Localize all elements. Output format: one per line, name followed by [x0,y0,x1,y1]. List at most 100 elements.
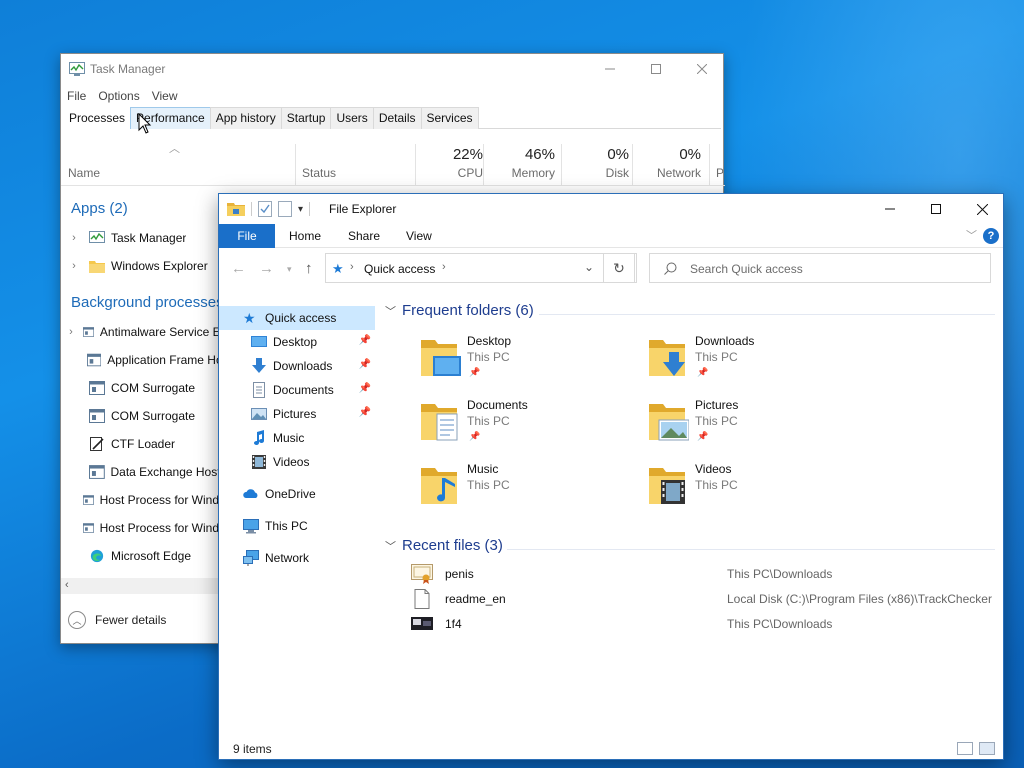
process-row[interactable]: › Windows Explorer [61,252,219,280]
fewer-details-button[interactable]: ︿ Fewer details [61,600,219,644]
menu-options[interactable]: Options [92,86,145,106]
details-view-icon[interactable] [957,742,973,755]
tab-app-history[interactable]: App history [209,107,282,129]
column-name[interactable]: Name [68,166,100,180]
process-name: Host Process for Windows Tasks [99,493,220,507]
nav-item-downloads[interactable]: Downloads 📌 [219,354,375,378]
recent-file-row[interactable]: readme_en Local Disk (C:)\Program Files … [411,587,1001,611]
nav-item-this-pc[interactable]: This PC [219,514,375,538]
maximize-button[interactable] [913,194,959,224]
folder-tile-videos[interactable]: Videos This PC [649,462,869,518]
customize-toolbar-icon[interactable]: ▾ [298,204,303,215]
process-row[interactable]: COM Surrogate [61,402,219,430]
app-window-icon [89,381,105,395]
process-row[interactable]: › Task Manager [61,224,219,252]
maximize-button[interactable] [633,54,679,84]
help-icon[interactable]: ? [983,228,999,244]
new-folder-icon[interactable] [278,201,292,217]
task-manager-titlebar[interactable]: Task Manager [61,54,723,84]
nav-item-desktop[interactable]: Desktop 📌 [219,330,375,354]
column-memory[interactable]: 46% Memory [491,146,555,180]
frequent-folders-header[interactable]: ﹀ Frequent folders (6) [385,302,534,319]
group-title: Recent files (3) [402,537,503,554]
folder-tile-documents[interactable]: Documents This PC 📌 [421,398,641,454]
nav-item-pictures[interactable]: Pictures 📌 [219,402,375,426]
process-row[interactable]: Application Frame Host [61,346,219,374]
column-network[interactable]: 0% Network [637,146,701,180]
recent-file-row[interactable]: 1f4 This PC\Downloads [411,612,1001,636]
tab-users[interactable]: Users [330,107,374,129]
breadcrumb-separator-icon[interactable]: › [350,261,354,273]
expand-chevron-icon[interactable]: › [64,232,84,244]
minimize-button[interactable] [867,194,913,224]
recent-files-header[interactable]: ﹀ Recent files (3) [385,537,503,554]
folder-tile-downloads[interactable]: Downloads This PC 📌 [649,334,869,390]
horizontal-scrollbar[interactable]: ‹ [61,578,219,594]
pin-icon[interactable]: 📌 [359,383,371,394]
properties-icon[interactable] [258,201,272,217]
file-name: 1f4 [445,617,462,631]
up-arrow-icon[interactable]: ↑ [305,260,313,277]
nav-item-documents[interactable]: Documents 📌 [219,378,375,402]
nav-item-music[interactable]: Music [219,426,375,450]
process-row[interactable]: Host Process for Windows Tasks [61,514,219,542]
menu-view[interactable]: View [146,86,184,106]
nav-item-network[interactable]: Network [219,546,375,570]
tab-processes[interactable]: Processes [63,107,132,130]
search-box[interactable]: Search Quick access [649,253,991,283]
close-button[interactable] [959,194,1005,224]
expand-chevron-icon[interactable]: › [64,260,84,272]
tiles-view-icon[interactable] [979,742,995,755]
column-cpu[interactable]: 22% CPU [423,146,483,180]
breadcrumb-chevron-icon[interactable]: › [442,261,446,273]
expand-chevron-icon[interactable]: › [64,326,78,338]
ribbon-tab-home[interactable]: Home [289,224,321,248]
expand-ribbon-icon[interactable]: ﹀ [966,227,977,243]
folder-location: This PC [695,414,738,428]
column-status[interactable]: Status [302,166,336,180]
pin-icon: 📌 [697,431,709,441]
scroll-left-icon[interactable]: ‹ [65,579,69,591]
address-bar[interactable]: ★ › Quick access › ⌄ [325,253,637,283]
nav-item-onedrive[interactable]: OneDrive [219,482,375,506]
process-name: COM Surrogate [111,381,196,395]
process-row[interactable]: Data Exchange Host [61,458,219,486]
folder-tile-pictures[interactable]: Pictures This PC 📌 [649,398,869,454]
pin-icon[interactable]: 📌 [359,359,371,370]
ribbon-tab-file[interactable]: File [219,224,275,248]
folder-location: This PC [467,414,510,428]
pin-icon[interactable]: 📌 [359,407,371,418]
column-power-partial[interactable]: P [716,166,724,180]
address-dropdown-icon[interactable]: ⌄ [584,260,594,274]
close-button[interactable] [679,54,725,84]
process-row[interactable]: Microsoft Edge [61,542,219,570]
tab-details[interactable]: Details [372,107,422,129]
file-explorer-titlebar[interactable]: ▾ File Explorer [219,194,1003,224]
process-row[interactable]: Host Process for Windows Tasks [61,486,219,514]
collapse-chevron-icon[interactable]: ﹀ [385,303,396,319]
process-row[interactable]: › Antimalware Service Executable [61,318,219,346]
menu-file[interactable]: File [61,86,92,106]
nav-item-videos[interactable]: Videos [219,450,375,474]
folder-tile-music[interactable]: Music This PC [421,462,641,518]
folder-location: This PC [695,350,738,364]
tab-startup[interactable]: Startup [280,107,332,129]
back-arrow-icon[interactable]: ← [231,260,246,277]
recent-file-row[interactable]: penis This PC\Downloads [411,562,1001,586]
forward-arrow-icon[interactable]: → [259,260,274,277]
breadcrumb-quick-access[interactable]: Quick access [364,262,435,276]
refresh-button[interactable]: ↻ [603,253,635,283]
ribbon-tab-share[interactable]: Share [348,224,380,248]
process-row[interactable]: COM Surrogate [61,374,219,402]
nav-item-quick-access[interactable]: ★ Quick access [219,306,375,330]
tab-services[interactable]: Services [420,107,479,129]
minimize-button[interactable] [587,54,633,84]
folder-tile-desktop[interactable]: Desktop This PC 📌 [421,334,641,390]
file-explorer-window[interactable]: ▾ File Explorer File Home Share View ﹀ ?… [218,193,1004,760]
pin-icon[interactable]: 📌 [359,335,371,346]
collapse-chevron-icon[interactable]: ﹀ [385,538,396,554]
ribbon-tab-view[interactable]: View [406,224,432,248]
process-row[interactable]: CTF Loader [61,430,219,458]
recent-locations-icon[interactable]: ▾ [287,264,292,275]
column-disk[interactable]: 0% Disk [569,146,629,180]
